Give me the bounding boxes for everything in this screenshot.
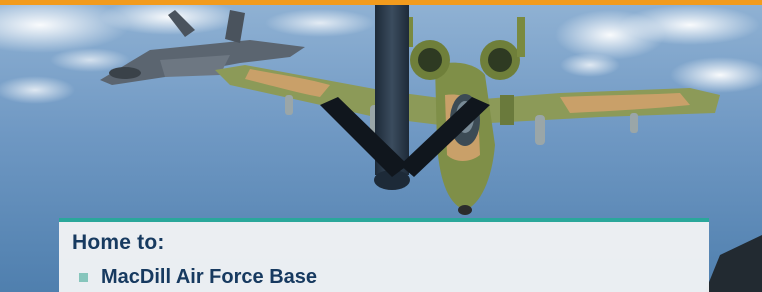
square-bullet-icon [79,272,88,282]
hero-section: Home to: MacDill Air Force Base [0,0,762,292]
info-card: Home to: MacDill Air Force Base [59,218,709,292]
accent-bar [0,0,762,5]
list-item: MacDill Air Force Base [72,263,317,291]
card-list: MacDill Air Force Base [72,263,317,291]
card-heading: Home to: [72,231,165,254]
list-item-label: MacDill Air Force Base [101,265,318,288]
